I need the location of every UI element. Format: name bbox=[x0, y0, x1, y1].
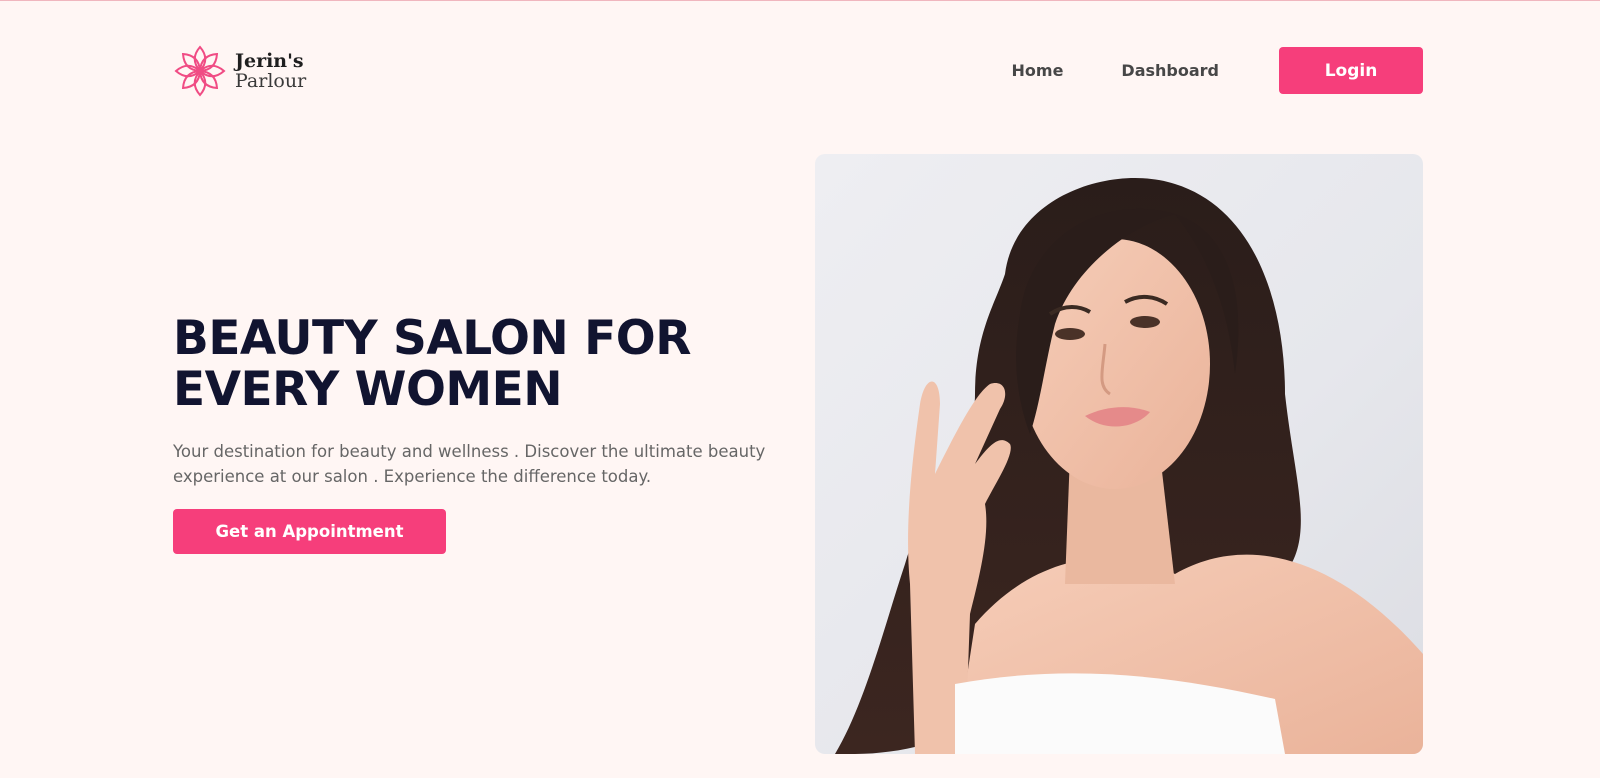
login-button[interactable]: Login bbox=[1279, 47, 1423, 94]
hero-description: Your destination for beauty and wellness… bbox=[173, 442, 766, 486]
hero-title: BEAUTY SALON FOR EVERY WOMEN bbox=[173, 313, 813, 415]
woman-portrait-photo bbox=[835, 178, 1423, 754]
brand-name: Jerin's Parlour bbox=[235, 51, 306, 91]
main-nav: Home Dashboard Login bbox=[1012, 47, 1423, 94]
nav-link-home[interactable]: Home bbox=[1012, 61, 1064, 80]
hero-title-line1: BEAUTY SALON FOR bbox=[173, 311, 691, 366]
site-header: Jerin's Parlour Home Dashboard Login bbox=[173, 45, 1423, 97]
brand-logo[interactable]: Jerin's Parlour bbox=[173, 45, 306, 97]
brand-name-line1: Jerin's bbox=[235, 50, 304, 72]
nav-link-dashboard[interactable]: Dashboard bbox=[1121, 61, 1219, 80]
hero-image bbox=[815, 154, 1423, 754]
lotus-flower-icon bbox=[175, 45, 225, 96]
hero-title-line2: EVERY WOMEN bbox=[173, 362, 563, 417]
brand-name-line2: Parlour bbox=[235, 70, 307, 92]
get-appointment-button[interactable]: Get an Appointment bbox=[173, 509, 446, 554]
